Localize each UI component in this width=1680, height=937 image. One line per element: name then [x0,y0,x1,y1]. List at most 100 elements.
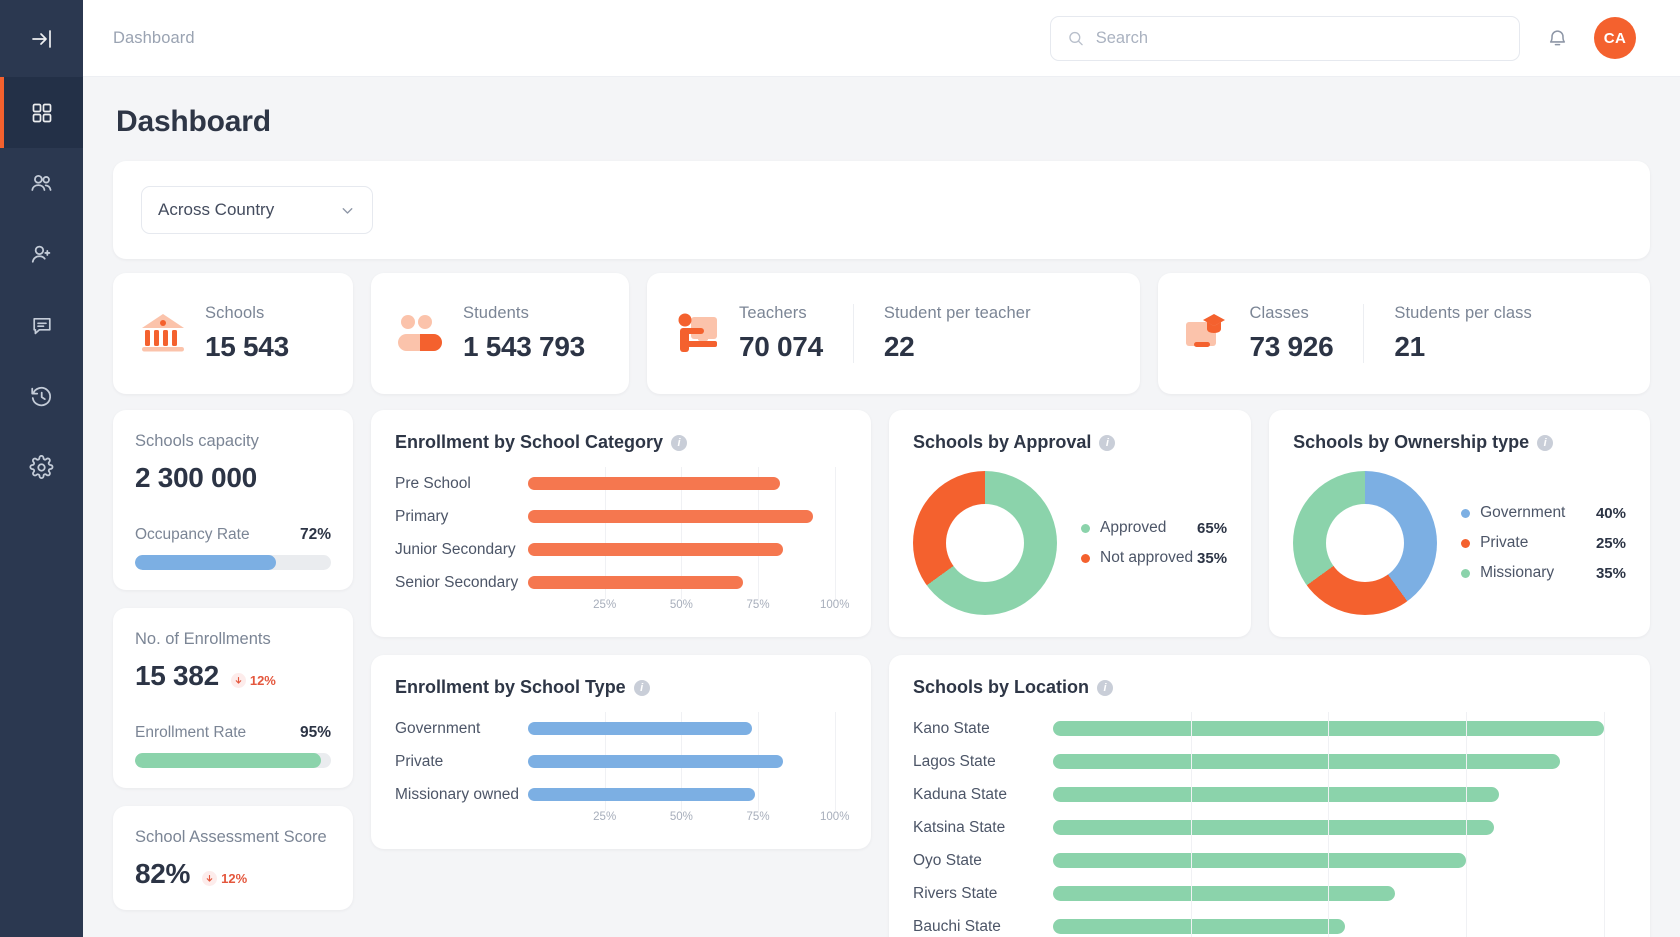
search-input[interactable] [1095,28,1503,48]
chart-bar-row: Missionary owned [395,778,847,811]
rate-label: Enrollment Rate [135,724,247,741]
bar-category-label: Katsina State [913,818,1006,836]
sidebar-item-messages[interactable] [0,290,83,361]
card-value: 15 382 [135,660,219,691]
search-box[interactable] [1050,15,1520,61]
main-area: Dashboard CA [83,0,1680,937]
legend-value: 35% [1197,549,1228,567]
delta-value: 12% [221,871,248,886]
enrollment-rate-block: Enrollment Rate 95% [135,724,331,768]
sidebar-item-settings[interactable] [0,432,83,503]
chart-title: Enrollment by School Category i [395,432,847,453]
bar [1053,787,1500,802]
bar [528,543,783,556]
legend-label: Private [1480,534,1529,551]
chart-title: Schools by Ownership type i [1293,432,1626,453]
avatar[interactable]: CA [1594,17,1636,59]
bar [1053,853,1467,868]
stat-card-classes: Classes 73 926 Students per class 21 [1157,273,1650,394]
chart-bar-row: Kano State [913,712,1626,745]
occupancy-rate-block: Occupancy Rate 72% [135,526,331,570]
legend-label: Missionary [1480,564,1555,581]
chart-plot-area: Kano State Lagos State Kaduna State Katsina… [913,712,1626,937]
rate-value: 72% [299,526,331,543]
history-icon [31,387,52,407]
bar-category-label: Kaduna State [913,785,1007,803]
bar-category-label: Private [395,752,444,770]
bar-area [528,566,847,599]
bar-category-label: Lagos State [913,752,996,770]
stat-card-body: Classes 73 926 Students per class 21 [1250,295,1532,372]
collapse-icon [31,29,51,48]
chart-bar-row: Government [395,712,847,745]
rate-value: 95% [299,724,331,741]
legend-color-dot [1081,523,1090,533]
info-icon[interactable]: i [671,434,688,451]
info-icon[interactable]: i [1099,434,1116,451]
students-icon [395,308,447,360]
chart-bar-row: Lagos State [913,745,1626,778]
chart-title-text: Enrollment by School Type [395,677,626,697]
bar-area [528,467,847,500]
bell-icon [1549,29,1565,45]
donut-chart [1293,471,1438,615]
chart-bar-row: Pre School [395,467,847,500]
sidebar-item-add-user[interactable] [0,219,83,290]
arrow-down-icon [202,871,218,886]
chart-legend: Approved 65% Not approved 35% [1067,513,1227,573]
stat-card-teachers: Teachers 70 074 Student per teacher 22 [647,273,1140,394]
breadcrumb[interactable]: Dashboard [113,29,195,48]
dashboard-content: Dashboard Across Country Schools 15 543 … [83,77,1680,937]
gear-icon [29,455,54,479]
chart-plot-area: Government 40% Private 25% Missionary 35% [1293,467,1626,621]
top-bar-actions: CA [1050,15,1636,61]
left-column: Schools capacity 2 300 000 Occupancy Rat… [113,410,353,910]
chart-schools-by-ownership-type: Schools by Ownership type i Government 40… [1269,410,1650,637]
bar-category-label: Oyo State [913,851,982,869]
chart-bar-row: Katsina State [913,811,1626,844]
sidebar-item-dashboard[interactable] [0,77,83,148]
bar-area [528,533,847,566]
dashboard-grid: Schools capacity 2 300 000 Occupancy Rat… [113,410,1650,937]
stat-secondary-label: Students per class [1394,304,1532,322]
bar [528,510,814,523]
chart-title-text: Schools by Location [913,677,1090,697]
classes-icon [1182,308,1234,360]
info-icon[interactable]: i [1537,434,1554,451]
stat-card-schools: Schools 15 543 [113,273,353,394]
info-icon[interactable]: i [633,679,650,696]
card-school-assessment-score: School Assessment Score 82% 12% [113,806,353,910]
stat-value: 73 926 [1249,331,1334,362]
chart-title-text: Schools by Approval [913,432,1092,452]
chart-bar-row: Kaduna State [913,778,1626,811]
bar [1053,754,1560,769]
stat-label: Teachers [739,304,807,322]
chevron-down-icon [342,207,353,214]
sidebar-item-history[interactable] [0,361,83,432]
donut-chart [913,471,1057,615]
legend-item: Government 40% [1461,498,1626,528]
legend-item: Not approved 35% [1081,543,1227,573]
bar [1053,919,1345,934]
stat-card-body: Students 1 543 793 [463,295,615,372]
scope-select[interactable]: Across Country [141,186,373,234]
message-icon [32,317,51,334]
chart-title: Enrollment by School Type i [395,677,847,698]
sidebar [0,0,83,937]
chart-x-axis: 25% 50% 75% 100% [528,599,849,621]
progress-track [135,555,331,570]
bar [1053,886,1395,901]
sidebar-item-users[interactable] [0,148,83,219]
notifications-button[interactable] [1542,23,1572,53]
rate-label: Occupancy Rate [135,526,250,543]
stat-card-body: Teachers 70 074 Student per teacher 22 [739,295,1031,372]
sidebar-menu [0,77,83,503]
chart-plot-area: Government Private Missionary owned [395,712,847,811]
axis-tick-label: 50% [669,599,693,611]
card-label: Schools capacity [135,432,259,450]
legend-item: Missionary 35% [1461,558,1626,588]
legend-color-dot [1081,553,1090,563]
sidebar-collapse-button[interactable] [0,0,83,77]
bar [1053,721,1604,736]
info-icon[interactable]: i [1097,679,1114,696]
